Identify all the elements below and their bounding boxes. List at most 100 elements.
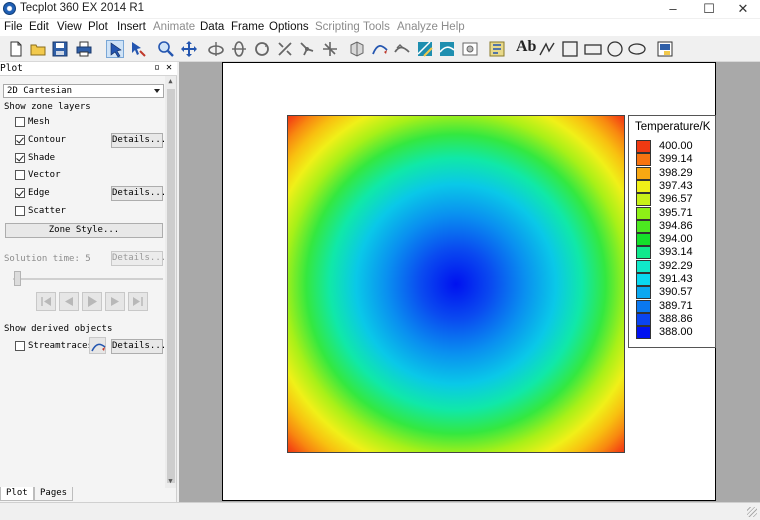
solution-time-slider[interactable] [14, 271, 21, 286]
next-frame-button[interactable] [105, 292, 125, 311]
scroll-up-icon[interactable]: ▲ [165, 76, 176, 87]
last-frame-button[interactable] [128, 292, 148, 311]
sidebar-close-icon[interactable]: ✕ [166, 62, 172, 73]
legend-swatch [636, 219, 651, 233]
menu-frame[interactable]: Frame [231, 21, 264, 33]
save-icon[interactable] [51, 40, 69, 58]
extract-icon[interactable] [348, 40, 366, 58]
scatter-checkbox[interactable] [15, 206, 25, 216]
polyline-icon[interactable] [538, 40, 556, 58]
edge-label: Edge [28, 188, 50, 198]
legend-swatch [636, 326, 651, 340]
sidebar-scroll-thumb[interactable] [167, 89, 175, 483]
vector-checkbox[interactable] [15, 170, 25, 180]
contour-legend[interactable]: Temperature/K 400.00 399.14 398.29 397.43 39… [628, 115, 716, 348]
frame-settings-icon[interactable] [656, 40, 674, 58]
edge-details-button[interactable]: Details... [111, 186, 166, 201]
zoom-icon[interactable] [157, 40, 175, 58]
streamtraces-details-button[interactable]: Details... [111, 339, 166, 354]
macro-icon[interactable] [488, 40, 506, 58]
image-icon[interactable] [461, 40, 479, 58]
translate-icon[interactable] [180, 40, 198, 58]
rotate-x-icon[interactable] [207, 40, 225, 58]
shade-label: Shade [28, 153, 56, 163]
play-button[interactable] [82, 292, 102, 311]
menu-view[interactable]: View [57, 21, 82, 33]
print-icon[interactable] [75, 40, 93, 58]
tab-pages[interactable]: Pages [34, 487, 74, 501]
circle-icon[interactable] [606, 40, 624, 58]
slice-icon[interactable] [321, 40, 339, 58]
menu-analyze[interactable]: Analyze [397, 21, 438, 33]
ellipse-icon[interactable] [628, 40, 646, 58]
menu-plot[interactable]: Plot [88, 21, 108, 33]
mesh-label: Mesh [28, 117, 50, 127]
legend-value: 397.43 [659, 179, 693, 192]
title-bar: Tecplot 360 EX 2014 R1 – ☐ ✕ [0, 0, 760, 18]
resize-grip-icon[interactable] [747, 507, 757, 517]
tecplot-logo-icon [3, 2, 16, 15]
select-pointer-icon[interactable] [106, 40, 124, 58]
minimize-button[interactable]: – [656, 0, 690, 18]
legend-swatch [636, 193, 651, 207]
legend-value: 394.00 [659, 233, 693, 246]
maximize-button[interactable]: ☐ [692, 0, 726, 18]
probe-icon[interactable] [298, 40, 316, 58]
scroll-down-icon[interactable]: ▼ [165, 476, 176, 487]
menu-help[interactable]: Help [441, 21, 465, 33]
rotate-a-icon[interactable] [276, 40, 294, 58]
edge-checkbox[interactable] [15, 188, 25, 198]
zone-style-button[interactable]: Zone Style... [5, 223, 163, 238]
menu-insert[interactable]: Insert [117, 21, 146, 33]
menu-animate[interactable]: Animate [153, 21, 195, 33]
contour-plot[interactable] [287, 115, 625, 453]
tab-plot[interactable]: Plot [0, 487, 34, 501]
previous-frame-button[interactable] [59, 292, 79, 311]
contour-checkbox[interactable] [15, 135, 25, 145]
rectangle-icon[interactable] [584, 40, 602, 58]
legend-level-row: 388.00 [636, 326, 714, 340]
close-button[interactable]: ✕ [726, 0, 760, 18]
menu-data[interactable]: Data [200, 21, 224, 33]
legend-value: 395.71 [659, 206, 693, 219]
legend-level-row: 393.14 [636, 246, 714, 260]
menu-options[interactable]: Options [269, 21, 309, 33]
legend-swatch [636, 273, 651, 286]
adjustor-icon[interactable] [129, 40, 147, 58]
open-folder-icon[interactable] [29, 40, 47, 58]
contour-details-button[interactable]: Details... [111, 133, 166, 148]
legend-value: 390.57 [659, 286, 693, 299]
plot-type-select[interactable]: 2D Cartesian [3, 84, 164, 98]
text-tool-icon[interactable]: Ab [516, 38, 536, 56]
legend-swatch [636, 259, 651, 273]
square-icon[interactable] [561, 40, 579, 58]
menu-file[interactable]: File [4, 21, 23, 33]
streamtrace-tool-button[interactable] [89, 337, 106, 354]
sidebar-header: Plot ▫ ✕ [0, 62, 177, 76]
menu-bar: File Edit View Plot Insert Animate Data … [0, 19, 760, 36]
mesh-checkbox[interactable] [15, 117, 25, 127]
rotate-z-icon[interactable] [253, 40, 271, 58]
streamtrace-icon[interactable] [371, 40, 389, 58]
legend-swatch [636, 312, 651, 326]
contour-add-icon[interactable] [416, 40, 434, 58]
solution-details-button[interactable]: Details... [111, 251, 166, 266]
menu-edit[interactable]: Edit [29, 21, 49, 33]
legend-value: 398.29 [659, 166, 693, 179]
legend-value: 394.86 [659, 219, 693, 232]
legend-level-row: 395.71 [636, 206, 714, 220]
contour-line-icon[interactable] [393, 40, 411, 58]
menu-scripting[interactable]: Scripting [315, 21, 360, 33]
contour-fill-icon[interactable] [438, 40, 456, 58]
streamtraces-checkbox[interactable] [15, 341, 25, 351]
rotate-y-icon[interactable] [230, 40, 248, 58]
menu-tools[interactable]: Tools [363, 21, 390, 33]
pin-icon[interactable]: ▫ [154, 62, 160, 73]
new-file-icon[interactable] [7, 40, 25, 58]
shade-checkbox[interactable] [15, 153, 25, 163]
legend-value: 388.86 [659, 312, 693, 325]
solution-time-label: Solution time: 5 [4, 254, 91, 264]
plot-sidebar: Plot ▫ ✕ 2D Cartesian Show zone layers M… [0, 62, 177, 502]
first-frame-button[interactable] [36, 292, 56, 311]
legend-level-row: 397.43 [636, 179, 714, 193]
